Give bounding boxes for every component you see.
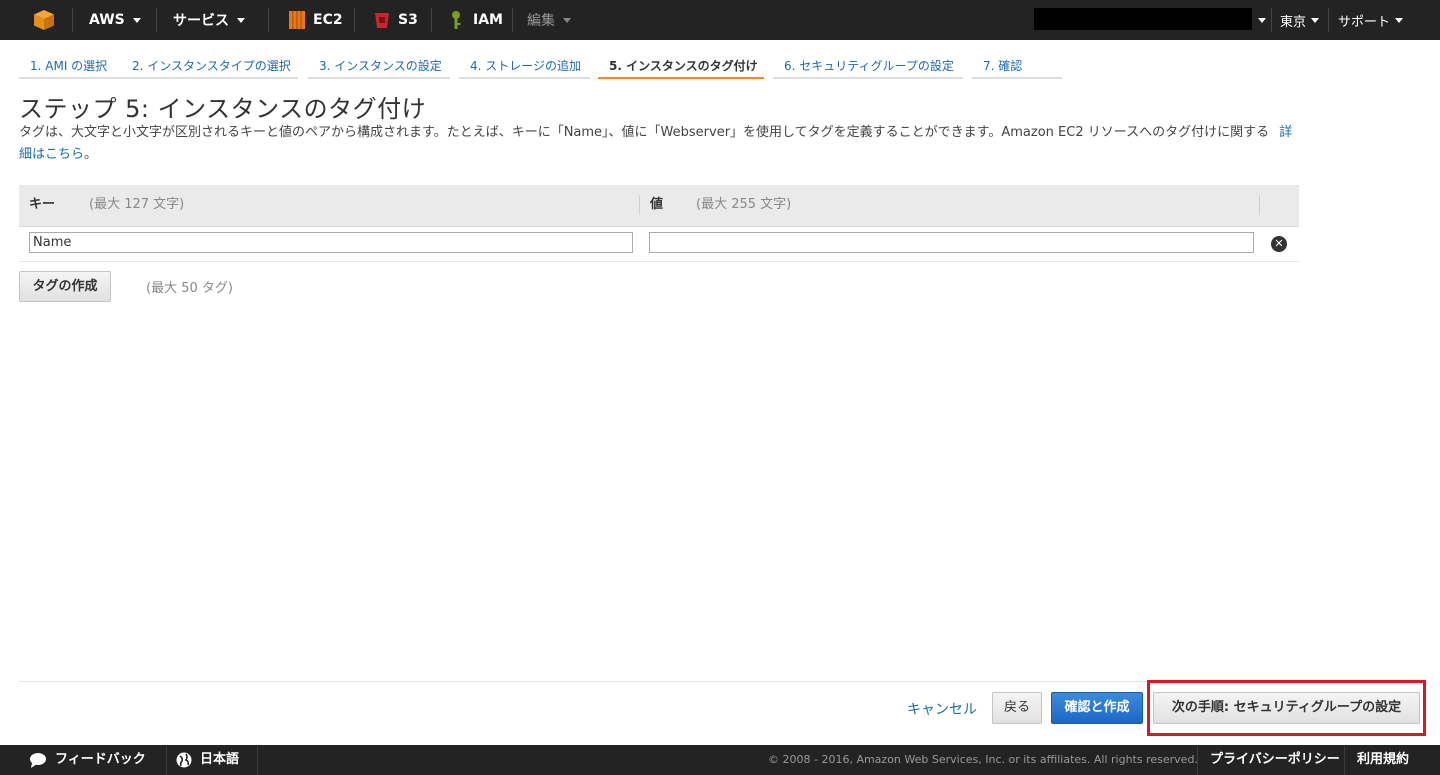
page-description: タグは、大文字と小文字が区別されるキーと値のペアから構成されます。たとえば、キー…	[19, 122, 1299, 166]
cancel-link[interactable]: キャンセル	[907, 699, 977, 719]
tag-key-input[interactable]	[29, 232, 633, 253]
top-navigation-bar: AWS サービス EC2 S3 IAM 編集 東京 サポート	[0, 0, 1440, 40]
aws-menu[interactable]: AWS	[89, 0, 141, 40]
column-divider	[639, 195, 640, 215]
region-menu[interactable]: 東京	[1280, 0, 1320, 40]
tab-add-storage[interactable]: 4. ストレージの追加	[459, 53, 590, 79]
s3-shortcut[interactable]: S3	[373, 0, 418, 40]
privacy-policy-link[interactable]: プライバシーポリシー	[1210, 745, 1340, 775]
support-label: サポート	[1338, 14, 1391, 30]
column-divider	[1259, 195, 1260, 215]
feedback-label: フィードバック	[55, 752, 146, 767]
chevron-down-icon	[237, 17, 245, 23]
chevron-down-icon	[132, 17, 141, 23]
table-row: ✕	[19, 227, 1299, 262]
account-name-redacted[interactable]	[1034, 8, 1252, 30]
s3-label: S3	[398, 12, 418, 28]
chevron-down-icon	[1258, 17, 1266, 23]
edit-menu-label: 編集	[527, 13, 555, 29]
ec2-label: EC2	[313, 12, 343, 28]
chevron-down-icon	[563, 17, 571, 23]
edit-menu[interactable]: 編集	[527, 0, 571, 40]
tag-value-input[interactable]	[649, 232, 1254, 253]
tab-label: 7. 確認	[983, 59, 1023, 73]
description-text: タグは、大文字と小文字が区別されるキーと値のペアから構成されます。たとえば、キー…	[19, 125, 1270, 140]
iam-shortcut[interactable]: IAM	[449, 0, 503, 40]
services-menu-label: サービス	[173, 13, 229, 29]
key-length-hint: (最大 127 文字)	[89, 197, 185, 212]
language-label: 日本語	[200, 752, 240, 767]
tab-choose-instance-type[interactable]: 2. インスタンスタイプの選択	[121, 53, 298, 79]
review-and-launch-button[interactable]: 確認と作成	[1051, 692, 1143, 724]
copyright-text: © 2008 - 2016, Amazon Web Services, Inc.…	[768, 753, 1198, 766]
region-label: 東京	[1280, 14, 1307, 30]
iam-label: IAM	[473, 12, 503, 28]
value-length-hint: (最大 255 文字)	[696, 197, 792, 212]
globe-icon	[176, 752, 192, 768]
tab-label: 4. ストレージの追加	[470, 59, 582, 73]
tab-tag-instance[interactable]: 5. インスタンスのタグ付け	[598, 53, 764, 79]
tab-choose-ami[interactable]: 1. AMI の選択	[19, 53, 122, 79]
language-selector[interactable]: 日本語	[176, 745, 239, 775]
tag-table-header: キー (最大 127 文字) 値 (最大 255 文字)	[19, 185, 1299, 227]
value-column-header: 値	[650, 197, 664, 212]
remove-tag-icon[interactable]: ✕	[1271, 236, 1287, 252]
aws-cube-logo-icon[interactable]	[33, 0, 55, 40]
iam-key-icon	[452, 11, 461, 29]
services-menu[interactable]: サービス	[173, 0, 245, 40]
aws-menu-label: AWS	[89, 12, 125, 28]
support-menu[interactable]: サポート	[1338, 0, 1404, 40]
tab-configure-instance[interactable]: 3. インスタンスの設定	[308, 53, 450, 79]
terms-of-use-link[interactable]: 利用規約	[1357, 745, 1409, 775]
speech-bubble-icon	[30, 753, 46, 768]
chevron-down-icon	[1395, 17, 1404, 23]
tab-label: 5. インスタンスのタグ付け	[609, 59, 758, 73]
chevron-down-icon	[1311, 17, 1320, 23]
tab-label: 3. インスタンスの設定	[319, 59, 442, 73]
back-button[interactable]: 戻る	[992, 692, 1042, 724]
tab-label: 1. AMI の選択	[30, 59, 108, 73]
tab-configure-security-group[interactable]: 6. セキュリティグループの設定	[773, 53, 963, 79]
ec2-shortcut[interactable]: EC2	[288, 0, 343, 40]
ec2-icon	[289, 11, 305, 29]
description-suffix: 。	[84, 147, 98, 162]
footer-bar: フィードバック 日本語 © 2008 - 2016, Amazon Web Se…	[0, 745, 1440, 775]
page-title: ステップ 5: インスタンスのタグ付け	[19, 95, 427, 123]
tag-limit-text: (最大 50 タグ)	[146, 281, 233, 296]
account-menu-toggle[interactable]	[1250, 0, 1266, 40]
next-configure-security-group-button[interactable]: 次の手順: セキュリティグループの設定	[1153, 692, 1420, 724]
add-tag-button[interactable]: タグの作成	[19, 271, 111, 302]
key-column-header: キー	[29, 197, 56, 212]
feedback-button[interactable]: フィードバック	[29, 745, 146, 775]
tab-label: 2. インスタンスタイプの選択	[132, 59, 291, 73]
tab-review[interactable]: 7. 確認	[972, 53, 1062, 79]
s3-bucket-icon	[375, 13, 389, 28]
tab-label: 6. セキュリティグループの設定	[784, 59, 954, 73]
